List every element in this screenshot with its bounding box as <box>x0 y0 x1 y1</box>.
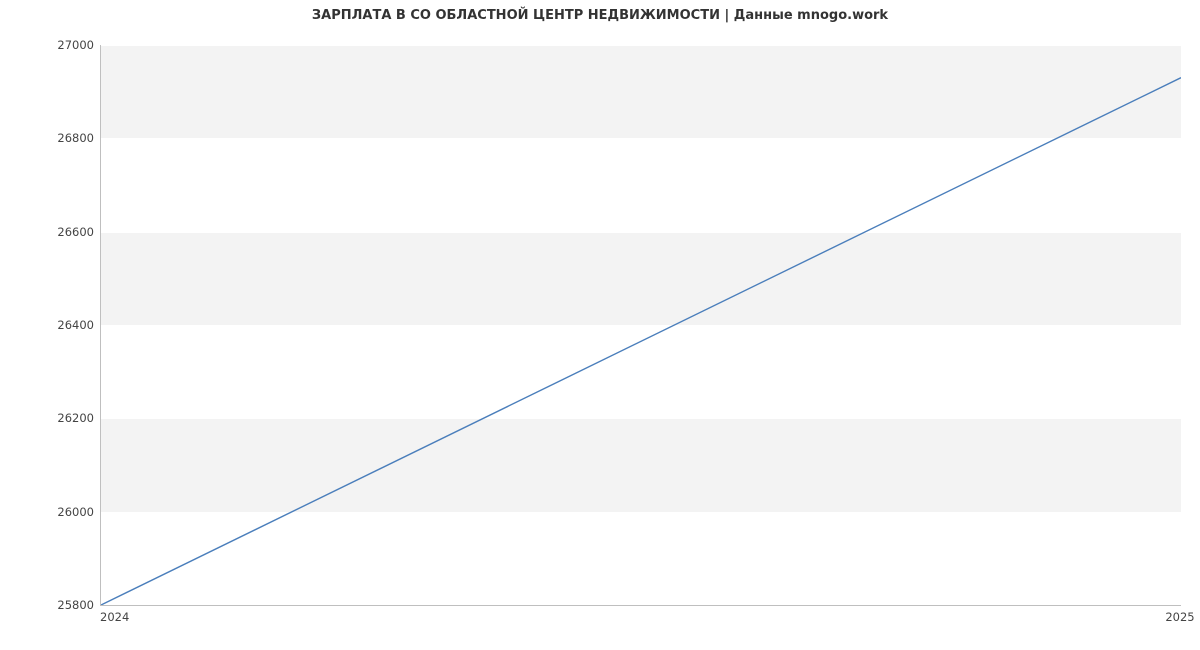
x-tick-label: 2024 <box>100 610 129 624</box>
salary-line-chart: ЗАРПЛАТА В СО ОБЛАСТНОЙ ЦЕНТР НЕДВИЖИМОС… <box>0 0 1200 650</box>
x-tick-label: 2025 <box>1165 610 1194 624</box>
plot-area <box>100 45 1181 606</box>
y-tick-label: 25800 <box>4 599 94 611</box>
y-tick-label: 26800 <box>4 132 94 144</box>
y-tick-label: 26200 <box>4 412 94 424</box>
y-tick-label: 26600 <box>4 226 94 238</box>
y-tick-label: 26000 <box>4 506 94 518</box>
y-tick-label: 27000 <box>4 39 94 51</box>
y-tick-label: 26400 <box>4 319 94 331</box>
data-line <box>101 45 1181 605</box>
chart-title: ЗАРПЛАТА В СО ОБЛАСТНОЙ ЦЕНТР НЕДВИЖИМОС… <box>0 8 1200 23</box>
